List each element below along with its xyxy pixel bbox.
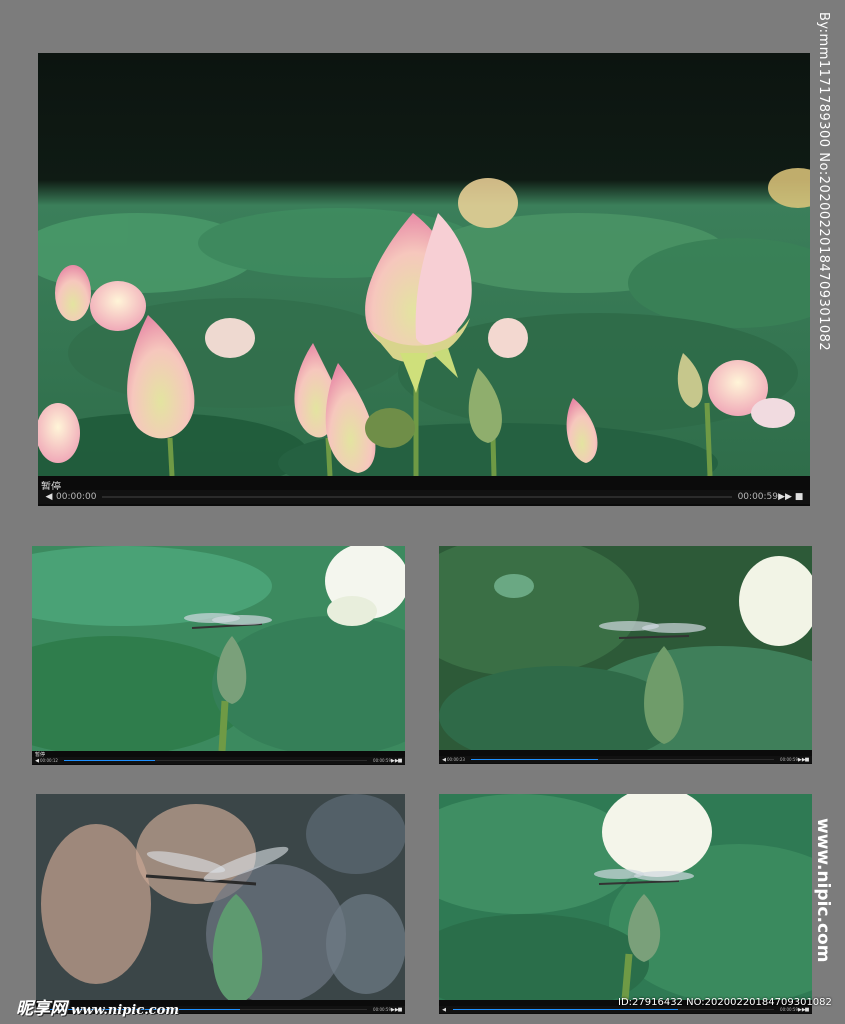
dragonfly-closeup-video-frame [36, 794, 405, 1000]
player-control-bar: ◀ 00:00:23 00:00:59 ▶▶ ■ [439, 750, 812, 764]
player-control-bar: 暂停 ◀ 00:00:12 00:00:59 ▶▶ ■ [32, 751, 405, 765]
stop-button[interactable]: ■ [804, 757, 810, 763]
duration-time: 00:00:59 [373, 758, 391, 763]
previous-button[interactable]: ◀ [441, 1007, 447, 1013]
video-thumbnail-player[interactable]: ◀ 00:00:23 00:00:59 ▶▶ ■ [439, 546, 812, 764]
video-thumbnail-player[interactable]: 暂停 ◀ 00:00:12 00:00:59 ▶▶ ■ [32, 546, 405, 765]
duration-time: 00:00:59 [373, 1007, 391, 1012]
current-time: 00:00:00 [56, 492, 97, 502]
nipic-logo: 昵享网 www.nipic.com [16, 994, 179, 1019]
logo-text: 昵享网 [16, 999, 67, 1019]
seek-bar[interactable] [63, 760, 368, 761]
video-thumbnail-player[interactable]: ◀ 00:00:59 ▶▶ ■ [36, 794, 405, 1014]
stop-button[interactable]: ■ [792, 492, 806, 502]
dragonfly-on-bud-video-frame [439, 546, 812, 750]
seek-bar[interactable] [453, 1009, 775, 1010]
player-controls: ◀ 00:00:00 00:00:59 ▶▶ ■ [38, 490, 810, 504]
image-id-line: ID:27916432 NO:20200220184709301082 [618, 997, 832, 1008]
seek-progress [470, 759, 599, 760]
current-time: 00:00:12 [40, 758, 58, 763]
seek-bar[interactable] [470, 759, 775, 760]
logo-url: www.nipic.com [71, 1003, 179, 1018]
player-control-bar: 暂停 ◀ 00:00:00 00:00:59 ▶▶ ■ [38, 476, 810, 506]
next-button[interactable]: ▶▶ [778, 492, 792, 502]
stop-button[interactable]: ■ [397, 1007, 403, 1013]
stop-button[interactable]: ■ [397, 758, 403, 764]
site-watermark: www.nipic.com [813, 818, 833, 963]
current-time: 00:00:23 [447, 757, 465, 762]
video-thumbnail-player[interactable]: ◀ 00:00:59 ▶▶ ■ [439, 794, 812, 1014]
main-video-player[interactable]: 暂停 ◀ 00:00:00 00:00:59 ▶▶ ■ [38, 53, 810, 506]
duration-time: 00:00:59 [780, 757, 798, 762]
dragonfly-on-bud-video-frame [32, 546, 405, 751]
author-watermark: By:mm1171789300 No:20200220184709301082 [816, 12, 831, 352]
seek-progress [63, 760, 155, 761]
lotus-pond-video-frame [38, 53, 810, 476]
dragonfly-on-bud-video-frame [439, 794, 812, 1000]
seek-progress [453, 1009, 678, 1010]
player-controls: ◀ 00:00:12 00:00:59 ▶▶ ■ [32, 757, 405, 764]
seek-bar[interactable] [102, 496, 732, 498]
previous-button[interactable]: ◀ [42, 492, 56, 502]
duration-time: 00:00:59 [737, 492, 778, 502]
player-controls: ◀ 00:00:23 00:00:59 ▶▶ ■ [439, 756, 812, 763]
